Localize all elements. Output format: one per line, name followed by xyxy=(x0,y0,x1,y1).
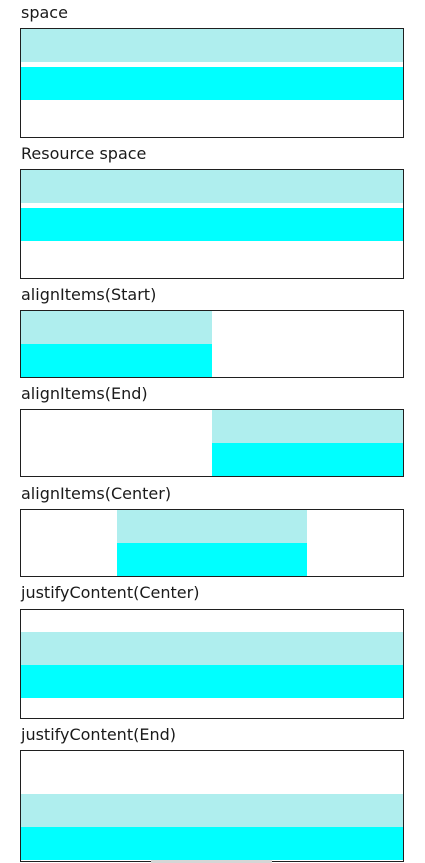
demo-frame-justify-end xyxy=(20,750,404,862)
cyan-block xyxy=(21,67,403,100)
cyan-block xyxy=(21,665,403,698)
cyan-block xyxy=(21,208,403,241)
column-layout-demo: space Resource space alignItems(Start) a… xyxy=(0,0,425,863)
demo-frame-resource-space xyxy=(20,169,404,279)
section-label-resource-space: Resource space xyxy=(21,144,147,163)
light-block xyxy=(21,632,403,665)
demo-frame-space xyxy=(20,28,404,138)
cyan-block xyxy=(117,543,307,576)
section-label-align-start: alignItems(Start) xyxy=(21,285,157,304)
light-block xyxy=(21,311,212,344)
light-block xyxy=(117,510,307,543)
light-block xyxy=(21,794,403,827)
section-label-align-end: alignItems(End) xyxy=(21,384,148,403)
cyan-block xyxy=(21,827,403,860)
demo-frame-align-center xyxy=(20,509,404,577)
cyan-block xyxy=(21,344,212,377)
light-block xyxy=(21,29,403,62)
section-label-space: space xyxy=(21,3,68,22)
demo-frame-justify-center xyxy=(20,609,404,719)
demo-frame-align-end xyxy=(20,409,404,477)
demo-frame-align-start xyxy=(20,310,404,378)
light-block xyxy=(21,170,403,203)
section-label-justify-end: justifyContent(End) xyxy=(21,725,176,744)
section-label-justify-center: justifyContent(Center) xyxy=(21,583,200,602)
cyan-block xyxy=(212,443,403,476)
section-label-align-center: alignItems(Center) xyxy=(21,484,172,503)
light-block xyxy=(212,410,403,443)
